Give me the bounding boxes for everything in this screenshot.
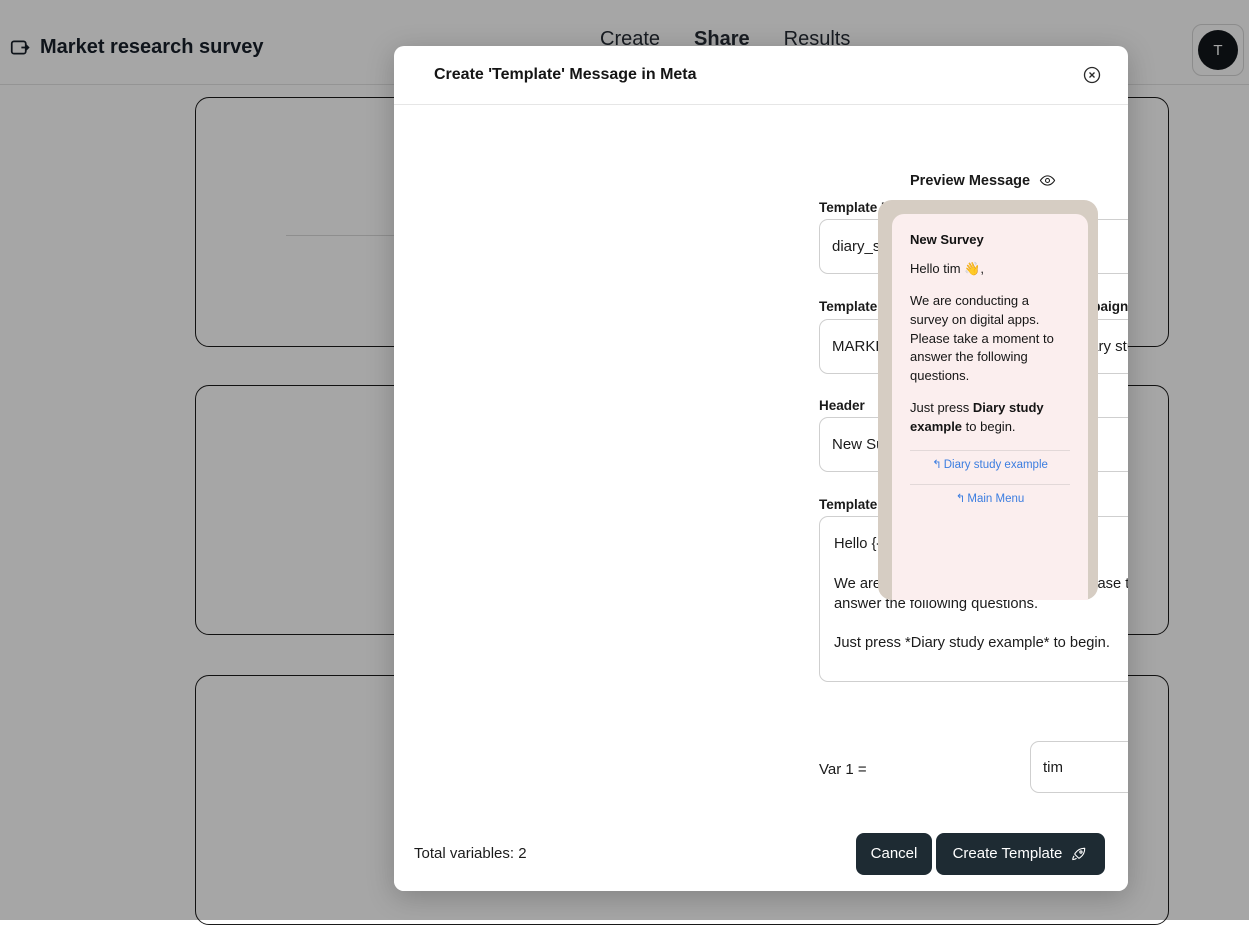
preview-action-main-menu[interactable]: ↰Main Menu (910, 485, 1070, 512)
reply-arrow-icon: ↰ (932, 459, 942, 471)
create-template-modal: Create 'Template' Message in Meta Templa… (394, 46, 1128, 891)
preview-action-diary-study[interactable]: ↰Diary study example (910, 451, 1070, 478)
cancel-button-label: Cancel (871, 845, 918, 862)
preview-message-title: New Survey (910, 232, 1070, 247)
total-variables-text: Total variables: 2 (414, 845, 527, 862)
cancel-button[interactable]: Cancel (856, 833, 932, 875)
preview-greeting: Hello tim 👋, (910, 260, 1070, 279)
phone-mockup: New Survey Hello tim 👋, We are conductin… (878, 200, 1098, 600)
modal-footer: Total variables: 2 Cancel Create Templat… (394, 816, 1128, 891)
preview-body: We are conducting a survey on digital ap… (910, 292, 1070, 386)
preview-cta-prefix: Just press (910, 400, 973, 415)
rocket-icon (1070, 845, 1088, 863)
eye-icon[interactable] (1039, 172, 1056, 189)
modal-title: Create 'Template' Message in Meta (434, 66, 697, 84)
phone-screen: New Survey Hello tim 👋, We are conductin… (892, 214, 1088, 600)
close-circle-icon[interactable] (1082, 65, 1102, 85)
preview-message-heading: Preview Message (910, 172, 1056, 189)
header-label: Header (819, 398, 865, 413)
var-1-input[interactable]: tim (1030, 741, 1128, 793)
preview-cta-suffix: to begin. (962, 419, 1016, 434)
create-template-button-label: Create Template (953, 845, 1063, 862)
preview-message-label: Preview Message (910, 173, 1030, 189)
modal-header: Create 'Template' Message in Meta (394, 46, 1128, 105)
preview-action-label: Diary study example (944, 459, 1048, 471)
modal-body: Template Name diary_study_invite Templat… (394, 106, 1128, 816)
reply-arrow-icon: ↰ (956, 493, 966, 505)
var-1-label: Var 1 = (819, 761, 867, 778)
create-template-button[interactable]: Create Template (936, 833, 1105, 875)
preview-action-label: Main Menu (967, 493, 1024, 505)
preview-cta-line: Just press Diary study example to begin. (910, 399, 1070, 437)
